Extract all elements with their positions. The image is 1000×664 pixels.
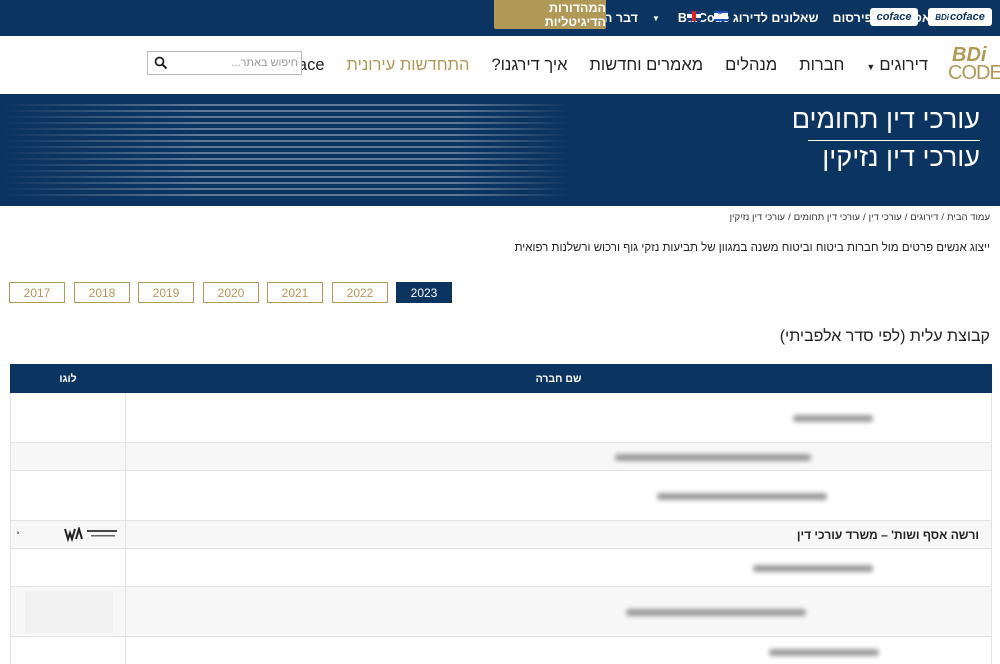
breadcrumb-separator: / (788, 212, 791, 223)
table-row (10, 471, 992, 521)
nav-item-label: מנהלים (725, 55, 778, 74)
nav-item-1[interactable]: חברות (799, 56, 844, 75)
hero-banner: עורכי דין תחומים עורכי דין נזיקין (0, 94, 1000, 206)
coface-bdi-logo-sub: BDi (935, 12, 949, 22)
table-row (10, 443, 992, 471)
search-input[interactable] (172, 54, 298, 72)
blurred-company-name (615, 453, 811, 461)
company-logo-placeholder (25, 591, 113, 633)
column-divider (125, 471, 126, 520)
column-divider (125, 637, 126, 664)
hero-stripes-decoration (0, 100, 570, 200)
blurred-company-name (753, 564, 873, 572)
page-title: עורכי דין תחומים (791, 104, 980, 134)
company-logo: WARSHA ASAF & Co. (17, 526, 117, 542)
breadcrumb-item[interactable]: דירוגים (910, 212, 938, 223)
column-divider (125, 521, 126, 548)
nav-links: דירוגים▼ חברות מנהלים מאמרים וחדשות איך דירג… (272, 36, 928, 94)
breadcrumb: עמוד הבית / דירוגים / עורכי דין / עורכי דין תח… (730, 212, 990, 223)
hebrew-flag-icon[interactable] (714, 9, 728, 21)
blurred-company-name (769, 648, 879, 656)
year-tab-2021[interactable]: 2021 (267, 282, 323, 303)
breadcrumb-separator: / (941, 212, 945, 223)
nav-item-0[interactable]: דירוגים▼ (866, 56, 928, 75)
column-divider (125, 393, 126, 442)
breadcrumb-item[interactable]: עמוד הבית (947, 212, 990, 223)
chevron-down-icon: ▼ (651, 13, 660, 23)
column-header-name: שם חברה (535, 372, 582, 385)
search-icon[interactable] (154, 56, 168, 70)
breadcrumb-separator: / (862, 212, 866, 223)
search-box (147, 51, 302, 75)
blurred-company-name (626, 608, 806, 616)
chevron-down-icon: ▼ (866, 61, 876, 72)
english-flag-icon[interactable] (687, 11, 701, 21)
coface-bdi-logo-text: coface (949, 11, 985, 23)
group-title: קבוצת עלית (לפי סדר אלפביתי) (779, 328, 990, 345)
year-tab-2023[interactable]: 2023 (396, 282, 452, 303)
table-header: שם חברה לוגו (10, 364, 992, 393)
column-divider (125, 587, 126, 636)
nav-item-2[interactable]: מנהלים (725, 56, 777, 75)
table-row: ורשה אסף ושות' – משרד עורכי דין WARSHA AS… (10, 521, 992, 549)
breadcrumb-item: עורכי דין נזיקין (729, 212, 786, 223)
ratings-table: שם חברה לוגו ורשה אסף ושות' – משרד עורכי… (10, 364, 992, 664)
column-divider (125, 549, 126, 586)
nav-item-label: מאמרים וחדשות (589, 55, 704, 74)
logo-wordmark: WARSHA ASAF & Co. (17, 530, 19, 535)
breadcrumb-separator: / (904, 212, 908, 223)
year-tab-2018[interactable]: 2018 (74, 282, 130, 303)
year-tab-2017[interactable]: 2017 (9, 282, 65, 303)
nav-item-label: דירוגים (879, 55, 928, 74)
nav-item-3[interactable]: מאמרים וחדשות (589, 56, 703, 75)
coface-logo-text: coface (876, 11, 912, 23)
column-divider (125, 443, 126, 470)
breadcrumb-item[interactable]: עורכי דין (869, 212, 902, 223)
column-header-logo: לוגו (10, 364, 125, 393)
table-row (10, 549, 992, 587)
coface-bdi-logo[interactable]: coface BDi (928, 8, 992, 26)
nav-item-4[interactable]: איך דירגנו? (491, 56, 567, 75)
page-subtitle: עורכי דין נזיקין (822, 142, 980, 172)
logo-line-2: CODE (948, 62, 1000, 84)
blurred-company-name (793, 414, 873, 422)
year-tab-2020[interactable]: 2020 (203, 282, 259, 303)
nav-item-label: איך דירגנו? (491, 55, 568, 74)
nav-item-label: התחדשות עירונית (346, 55, 470, 74)
coface-logo[interactable]: coface (870, 8, 918, 26)
nav-item-label: חברות (799, 55, 845, 74)
table-row (10, 637, 992, 664)
top-bar: צור קשראפשרויות פירסוםשאלונים לדירוג Bdi… (0, 0, 1000, 36)
year-tabs: 2023 2022 2021 2020 2019 2018 2017 (9, 282, 452, 303)
table-row (10, 393, 992, 443)
blurred-company-name (657, 492, 827, 500)
company-name[interactable]: ורשה אסף ושות' – משרד עורכי דין (797, 528, 979, 542)
breadcrumb-item[interactable]: עורכי דין תחומים (794, 212, 860, 223)
year-tab-2019[interactable]: 2019 (138, 282, 194, 303)
digital-editions-button[interactable]: המהדורות הדיגיטליות (494, 0, 606, 29)
year-tab-2022[interactable]: 2022 (332, 282, 388, 303)
main-nav: BDi CODE דירוגים▼ חברות מנהלים מאמרים וחדשו… (0, 36, 1000, 94)
table-row (10, 587, 992, 637)
nav-item-5[interactable]: התחדשות עירונית (347, 56, 470, 75)
category-description: ייצוג אנשים פרטים מול חברות ביטוח וביטוח… (514, 242, 990, 254)
hero-divider (808, 140, 980, 141)
bdicode-logo[interactable]: BDi CODE (948, 44, 1000, 86)
table-body: ורשה אסף ושות' – משרד עורכי דין WARSHA AS… (10, 393, 992, 664)
